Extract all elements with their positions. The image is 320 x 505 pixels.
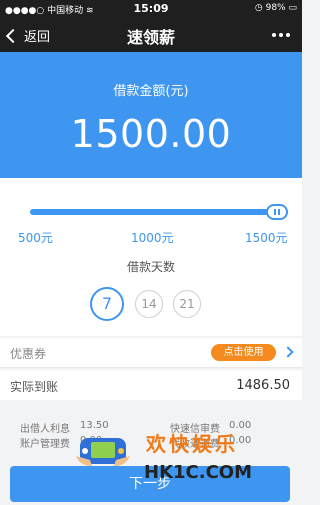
loan-amount-panel: 借款金额(元) 1500.00 [0, 52, 302, 178]
day-option-21[interactable]: 21 [173, 290, 201, 318]
coupon-row[interactable]: 优惠券 点击使用 [0, 338, 302, 367]
battery-percent: 98% [265, 3, 286, 13]
page-title: 速领薪 [126, 28, 175, 47]
actual-amount-value: 1486.50 [236, 378, 290, 393]
battery-status: ◷ 98% ▭ [255, 3, 297, 13]
status-bar: ●●●●○ 中国移动 ≋ 15:09 ◷ 98% ▭ [0, 0, 302, 17]
loan-options: 500元 1000元 1500元 借款天数 7 14 21 [0, 178, 302, 336]
use-coupon-button[interactable]: 点击使用 [211, 344, 276, 361]
account-fee-label: 账户管理费 [20, 439, 70, 450]
amount-slider-track[interactable] [30, 209, 278, 215]
watermark-url: HK1C.COM [144, 462, 253, 483]
interest-label: 出借人利息 [20, 424, 70, 435]
battery-icon: ▭ [288, 3, 297, 13]
slider-tick-mid: 1000元 [131, 231, 174, 245]
amount-slider-handle[interactable] [266, 204, 288, 220]
watermark-title: 欢快娱乐 [146, 432, 238, 456]
day-option-14[interactable]: 14 [135, 290, 163, 318]
actual-amount-row: 实际到账 1486.50 [0, 370, 302, 400]
coupon-label: 优惠券 [10, 347, 47, 361]
loan-amount-value: 1500.00 [70, 112, 232, 156]
actual-amount-label: 实际到账 [10, 380, 59, 394]
more-menu-icon[interactable] [272, 33, 290, 37]
watermark-logo: 欢快娱乐 HK1C.COM [70, 420, 260, 492]
nav-bar: 返回 速领薪 [0, 17, 302, 52]
loan-days-label: 借款天数 [126, 260, 175, 274]
divider [0, 367, 302, 368]
gamepad-hands-icon [76, 438, 130, 466]
loan-page: ●●●●○ 中国移动 ≋ 15:09 ◷ 98% ▭ 返回 速领薪 借款金额(元… [0, 0, 302, 505]
alarm-icon: ◷ [254, 3, 266, 13]
slider-tick-min: 500元 [18, 231, 53, 245]
day-option-7[interactable]: 7 [90, 287, 124, 321]
slider-tick-max: 1500元 [245, 231, 288, 245]
chevron-right-icon[interactable] [282, 346, 294, 358]
loan-amount-label: 借款金额(元) [113, 84, 189, 99]
